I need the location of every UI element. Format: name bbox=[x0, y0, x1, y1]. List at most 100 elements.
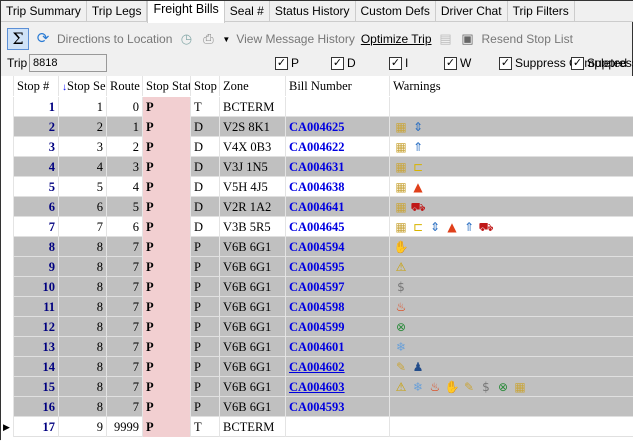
row-header[interactable] bbox=[1, 257, 14, 277]
table-row[interactable]: 16 8 7 P P V6B 6G1 CA004593 bbox=[1, 397, 633, 417]
warnings: ▦ ⇕ bbox=[390, 117, 633, 137]
note-icon: ✎ bbox=[395, 360, 407, 374]
column-header-warnings[interactable]: Warnings bbox=[390, 76, 633, 96]
table-row[interactable]: 6 6 5 P D V2R 1A2 CA004641 ▦ ⛟ bbox=[1, 197, 633, 217]
bill-number-link[interactable]: CA004594 bbox=[286, 237, 390, 257]
column-header-route[interactable]: Route bbox=[107, 76, 143, 96]
bill-number-link[interactable] bbox=[286, 97, 390, 117]
filter-d[interactable]: ✓ D bbox=[331, 56, 356, 70]
column-header-bill-number[interactable]: Bill Number bbox=[286, 76, 390, 96]
printer-icon[interactable]: ⎙ bbox=[200, 31, 216, 47]
row-header[interactable] bbox=[1, 97, 14, 117]
table-row[interactable]: 14 8 7 P P V6B 6G1 CA004602 ✎ ♟ bbox=[1, 357, 633, 377]
bill-number-link[interactable]: CA004631 bbox=[286, 157, 390, 177]
column-header-stop-se[interactable]: ↓Stop Se bbox=[59, 76, 107, 96]
table-row[interactable]: 13 8 7 P P V6B 6G1 CA004601 ❄ bbox=[1, 337, 633, 357]
bill-number-link[interactable]: CA004603 bbox=[286, 377, 390, 397]
bill-number-link[interactable]: CA004598 bbox=[286, 297, 390, 317]
table-row[interactable]: 4 4 3 P D V3J 1N5 CA004631 ▦ ⊏ bbox=[1, 157, 633, 177]
sum-button[interactable]: Σ bbox=[7, 28, 29, 50]
document-icon[interactable]: ▤ bbox=[438, 31, 454, 47]
row-header[interactable] bbox=[1, 337, 14, 357]
filter-i[interactable]: ✓ I bbox=[389, 56, 408, 70]
tab-trip-legs[interactable]: Trip Legs bbox=[87, 1, 148, 21]
bill-number-link[interactable]: CA004638 bbox=[286, 177, 390, 197]
bill-number-link[interactable]: CA004593 bbox=[286, 397, 390, 417]
row-header[interactable] bbox=[1, 277, 14, 297]
bill-number-link[interactable]: CA004625 bbox=[286, 117, 390, 137]
checkbox-label: W bbox=[460, 56, 472, 70]
bill-number-link[interactable]: CA004599 bbox=[286, 317, 390, 337]
stop-sequence: 4 bbox=[59, 157, 107, 177]
row-header[interactable] bbox=[1, 377, 14, 397]
row-header[interactable] bbox=[1, 217, 14, 237]
bill-number-link[interactable]: CA004645 bbox=[286, 217, 390, 237]
column-header-stop-[interactable]: Stop # bbox=[14, 76, 59, 96]
warnings: ▦ ⊏ ⇕ ▲ ⇑ ⛟ bbox=[390, 217, 633, 237]
refresh-icon[interactable]: ⟳ bbox=[35, 31, 51, 47]
bill-number-link[interactable]: CA004622 bbox=[286, 137, 390, 157]
zone: V5H 4J5 bbox=[220, 177, 286, 197]
clock-icon[interactable]: ◷ bbox=[178, 31, 194, 47]
row-header[interactable] bbox=[1, 137, 14, 157]
table-row[interactable]: 12 8 7 P P V6B 6G1 CA004599 ⊗ bbox=[1, 317, 633, 337]
checkbox[interactable]: ✓ bbox=[331, 56, 344, 70]
route: 4 bbox=[107, 177, 143, 197]
checkbox[interactable]: ✓ bbox=[389, 56, 402, 70]
resend-stop-list-button[interactable]: Resend Stop List bbox=[482, 32, 573, 46]
tab-trip-summary[interactable]: Trip Summary bbox=[1, 1, 87, 21]
bill-number-link[interactable] bbox=[286, 417, 390, 437]
checkbox[interactable]: ✓ bbox=[444, 56, 457, 70]
row-header[interactable] bbox=[1, 317, 14, 337]
tab-freight-bills[interactable]: Freight Bills bbox=[147, 1, 225, 23]
table-row[interactable]: ▶ 17 9 9999 P T BCTERM bbox=[1, 417, 633, 437]
filter-p[interactable]: ✓ P bbox=[275, 56, 299, 70]
row-header[interactable] bbox=[1, 197, 14, 217]
table-row[interactable]: 15 8 7 P P V6B 6G1 CA004603 ⚠ ❄ ♨ ✋ ✎ $ ⊗ ▦ bbox=[1, 377, 633, 397]
view-message-history-button[interactable]: View Message History bbox=[236, 32, 355, 46]
table-row[interactable]: 11 8 7 P P V6B 6G1 CA004598 ♨ bbox=[1, 297, 633, 317]
table-row[interactable]: 3 3 2 P D V4X 0B3 CA004622 ▦ ⇑ bbox=[1, 137, 633, 157]
row-header[interactable]: ▶ bbox=[1, 417, 14, 437]
checkbox[interactable]: ✓ bbox=[275, 56, 288, 70]
filter-suppress[interactable]: ✓ Suppress bbox=[571, 56, 633, 70]
row-header[interactable] bbox=[1, 117, 14, 137]
row-header[interactable] bbox=[1, 177, 14, 197]
bill-number-link[interactable]: CA004641 bbox=[286, 197, 390, 217]
tab-trip-filters[interactable]: Trip Filters bbox=[508, 1, 575, 21]
filter-w[interactable]: ✓ W bbox=[444, 56, 471, 70]
table-row[interactable]: 1 1 0 P T BCTERM bbox=[1, 97, 633, 117]
table-row[interactable]: 7 7 6 P D V3B 5R5 CA004645 ▦ ⊏ ⇕ ▲ ⇑ ⛟ bbox=[1, 217, 633, 237]
tab-seal-[interactable]: Seal # bbox=[225, 1, 270, 21]
robot-icon[interactable]: ▣ bbox=[460, 31, 476, 47]
row-header[interactable] bbox=[1, 357, 14, 377]
table-row[interactable]: 5 5 4 P D V5H 4J5 CA004638 ▦ ▲ bbox=[1, 177, 633, 197]
bill-number-link[interactable]: CA004602 bbox=[286, 357, 390, 377]
column-header-stop-stat[interactable]: Stop Stat bbox=[143, 76, 191, 96]
column-header-zone[interactable]: Zone bbox=[220, 76, 286, 96]
table-row[interactable]: 9 8 7 P P V6B 6G1 CA004595 ⚠ bbox=[1, 257, 633, 277]
tab-driver-chat[interactable]: Driver Chat bbox=[436, 1, 508, 21]
trip-input[interactable] bbox=[29, 54, 107, 72]
stop-number: 3 bbox=[14, 137, 59, 157]
bill-number-link[interactable]: CA004601 bbox=[286, 337, 390, 357]
stop-status: P bbox=[143, 97, 191, 117]
column-header-stop[interactable]: Stop bbox=[191, 76, 220, 96]
table-row[interactable]: 10 8 7 P P V6B 6G1 CA004597 $ bbox=[1, 277, 633, 297]
tab-status-history[interactable]: Status History bbox=[270, 1, 356, 21]
bill-number-link[interactable]: CA004595 bbox=[286, 257, 390, 277]
zone: BCTERM bbox=[220, 417, 286, 437]
printer-dropdown-icon[interactable]: ▼ bbox=[222, 35, 230, 44]
row-header[interactable] bbox=[1, 297, 14, 317]
row-header[interactable] bbox=[1, 237, 14, 257]
directions-button[interactable]: Directions to Location bbox=[57, 32, 172, 46]
optimize-trip-button[interactable]: Optimize Trip bbox=[361, 32, 432, 46]
bill-number-link[interactable]: CA004597 bbox=[286, 277, 390, 297]
table-row[interactable]: 2 2 1 P D V2S 8K1 CA004625 ▦ ⇕ bbox=[1, 117, 633, 137]
row-header[interactable] bbox=[1, 397, 14, 417]
tab-custom-defs[interactable]: Custom Defs bbox=[356, 1, 436, 21]
checkbox[interactable]: ✓ bbox=[571, 56, 584, 70]
table-row[interactable]: 8 8 7 P P V6B 6G1 CA004594 ✋ bbox=[1, 237, 633, 257]
row-header[interactable] bbox=[1, 157, 14, 177]
checkbox[interactable]: ✓ bbox=[499, 56, 512, 70]
